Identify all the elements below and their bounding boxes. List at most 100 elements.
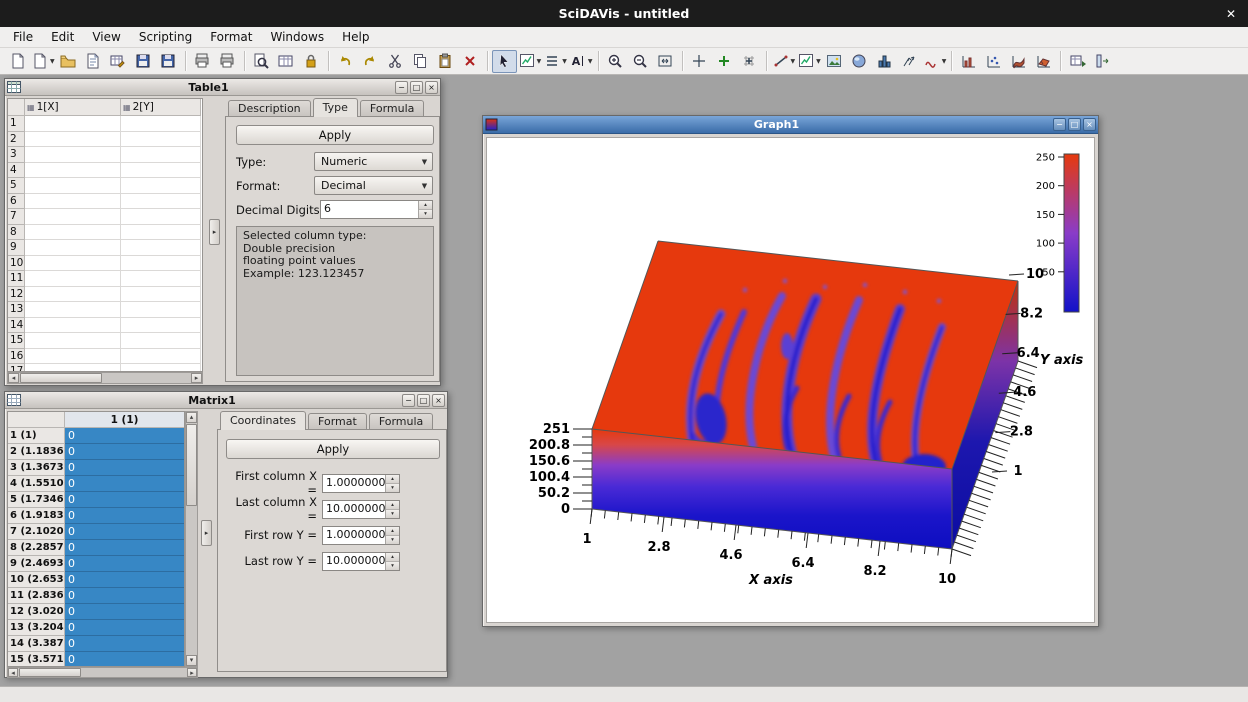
field-spinbox[interactable]: 10.0000000▴▾ xyxy=(322,500,400,519)
chevron-down-icon[interactable]: ▼ xyxy=(417,182,432,190)
matrix-cell[interactable]: 0 xyxy=(65,428,185,444)
table-cell[interactable] xyxy=(25,364,121,372)
app-titlebar[interactable]: SciDAVis - untitled ✕ xyxy=(0,0,1248,27)
draw-line-button[interactable]: ▼ xyxy=(771,50,797,73)
matrix-cell[interactable]: 0 xyxy=(65,588,185,604)
plot-3d-button[interactable] xyxy=(847,50,872,73)
table-cell[interactable] xyxy=(121,240,201,256)
spin-down-icon[interactable]: ▾ xyxy=(419,210,432,218)
redo-button[interactable] xyxy=(358,50,383,73)
cut-button[interactable] xyxy=(383,50,408,73)
dropdown-arrow-icon[interactable]: ▼ xyxy=(50,58,55,65)
graph1-maximize-button[interactable]: □ xyxy=(1068,118,1081,131)
copy-button[interactable] xyxy=(408,50,433,73)
menu-format[interactable]: Format xyxy=(201,28,261,46)
menu-windows[interactable]: Windows xyxy=(262,28,334,46)
table-cell[interactable] xyxy=(121,194,201,210)
plot-vectors-button[interactable] xyxy=(897,50,922,73)
table-cell[interactable] xyxy=(25,147,121,163)
matrix-cell[interactable]: 0 xyxy=(65,508,185,524)
matrix-cell[interactable]: 0 xyxy=(65,476,185,492)
menu-file[interactable]: File xyxy=(4,28,42,46)
matrix-row-header[interactable]: 5 (1.73469) xyxy=(8,492,65,508)
chevron-down-icon[interactable]: ▼ xyxy=(417,158,432,166)
matrix1-vscrollbar[interactable]: ▴ ▾ xyxy=(185,411,198,667)
table-cell[interactable] xyxy=(25,271,121,287)
table-cell[interactable] xyxy=(25,225,121,241)
matrix1-titlebar[interactable]: Matrix1 − □ × xyxy=(5,392,447,409)
lock-toolbars-button[interactable] xyxy=(299,50,324,73)
matrix-row-header[interactable]: 14 (3.38776) xyxy=(8,636,65,652)
table-cell[interactable] xyxy=(25,178,121,194)
print-button[interactable] xyxy=(190,50,215,73)
menu-edit[interactable]: Edit xyxy=(42,28,83,46)
decimal-digits-spinbox[interactable]: 6 ▴▾ xyxy=(320,200,433,219)
matrix-cell[interactable]: 0 xyxy=(65,572,185,588)
scroll-up-icon[interactable]: ▴ xyxy=(186,412,197,423)
undo-button[interactable] xyxy=(333,50,358,73)
delete-button[interactable] xyxy=(458,50,483,73)
import-ascii-button[interactable] xyxy=(106,50,131,73)
matrix-row-header[interactable]: 4 (1.55102) xyxy=(8,476,65,492)
menu-scripting[interactable]: Scripting xyxy=(130,28,201,46)
table-cell[interactable] xyxy=(25,240,121,256)
open-project-button[interactable] xyxy=(56,50,81,73)
plot3d-bars-button[interactable] xyxy=(956,50,981,73)
row-header[interactable]: 4 xyxy=(8,163,25,179)
table-cell[interactable] xyxy=(121,318,201,334)
matrix-cell[interactable]: 0 xyxy=(65,444,185,460)
table1-tab-formula[interactable]: Formula xyxy=(360,100,424,117)
column-header-1[interactable]: ▦1[X] xyxy=(25,99,121,116)
column-header-2[interactable]: ▦2[Y] xyxy=(121,99,201,116)
scroll-down-icon[interactable]: ▾ xyxy=(186,655,197,666)
matrix-row-header[interactable]: 7 (2.10204) xyxy=(8,524,65,540)
matrix-column-header[interactable]: 1 (1) xyxy=(65,412,185,428)
table-cell[interactable] xyxy=(25,349,121,365)
matrix1-hscrollbar[interactable]: ◂ ▸ xyxy=(7,667,198,678)
screen-reader-button[interactable] xyxy=(687,50,712,73)
table-cell[interactable] xyxy=(121,225,201,241)
matrix-cell[interactable]: 0 xyxy=(65,604,185,620)
spin-down-icon[interactable]: ▾ xyxy=(386,484,399,492)
plot-histogram-button[interactable] xyxy=(872,50,897,73)
table-cell[interactable] xyxy=(121,364,201,372)
row-header[interactable]: 2 xyxy=(8,132,25,148)
row-header[interactable]: 12 xyxy=(8,287,25,303)
plot3d-scatter-button[interactable] xyxy=(981,50,1006,73)
table-cell[interactable] xyxy=(121,271,201,287)
matrix-row-header[interactable]: 11 (2.83673) xyxy=(8,588,65,604)
table-cell[interactable] xyxy=(121,132,201,148)
type-combobox[interactable]: Numeric ▼ xyxy=(314,152,433,171)
open-template-button[interactable] xyxy=(81,50,106,73)
matrix-cell[interactable]: 0 xyxy=(65,620,185,636)
row-header[interactable]: 3 xyxy=(8,147,25,163)
graph1-titlebar[interactable]: Graph1 − □ × xyxy=(483,116,1098,134)
field-spinbox[interactable]: 1.00000000▴▾ xyxy=(322,526,400,545)
row-header[interactable]: 8 xyxy=(8,225,25,241)
matrix1-splitter-toggle[interactable]: ▸ xyxy=(201,520,212,546)
row-header[interactable]: 11 xyxy=(8,271,25,287)
matrix-row-header[interactable]: 8 (2.28571) xyxy=(8,540,65,556)
table1-grid[interactable]: ▦1[X]▦2[Y]1234567891011121314151617 xyxy=(7,98,203,372)
matrix-row-header[interactable]: 9 (2.46939) xyxy=(8,556,65,572)
table1-tab-description[interactable]: Description xyxy=(228,100,311,117)
table-cell[interactable] xyxy=(121,256,201,272)
matrix-cell[interactable]: 0 xyxy=(65,636,185,652)
matrix-row-header[interactable]: 6 (1.91837) xyxy=(8,508,65,524)
spin-up-icon[interactable]: ▴ xyxy=(419,201,432,210)
table-cell[interactable] xyxy=(25,287,121,303)
table-cell[interactable] xyxy=(121,333,201,349)
matrix1-grid[interactable]: 1 (1)1 (1)02 (1.18367)03 (1.36735)04 (1.… xyxy=(7,411,185,667)
row-header[interactable]: 13 xyxy=(8,302,25,318)
zoom-in-button[interactable] xyxy=(603,50,628,73)
format-combobox[interactable]: Decimal ▼ xyxy=(314,176,433,195)
scroll-right-icon[interactable]: ▸ xyxy=(187,668,197,677)
pointer-button[interactable] xyxy=(492,50,517,73)
table-cell[interactable] xyxy=(121,116,201,132)
scroll-left-icon[interactable]: ◂ xyxy=(8,373,19,383)
spin-down-icon[interactable]: ▾ xyxy=(386,536,399,544)
table-cell[interactable] xyxy=(121,287,201,303)
add-text-button[interactable]: A▼ xyxy=(568,50,594,73)
select-data-range-button[interactable]: ▼ xyxy=(517,50,543,73)
scroll-thumb[interactable] xyxy=(186,424,197,506)
